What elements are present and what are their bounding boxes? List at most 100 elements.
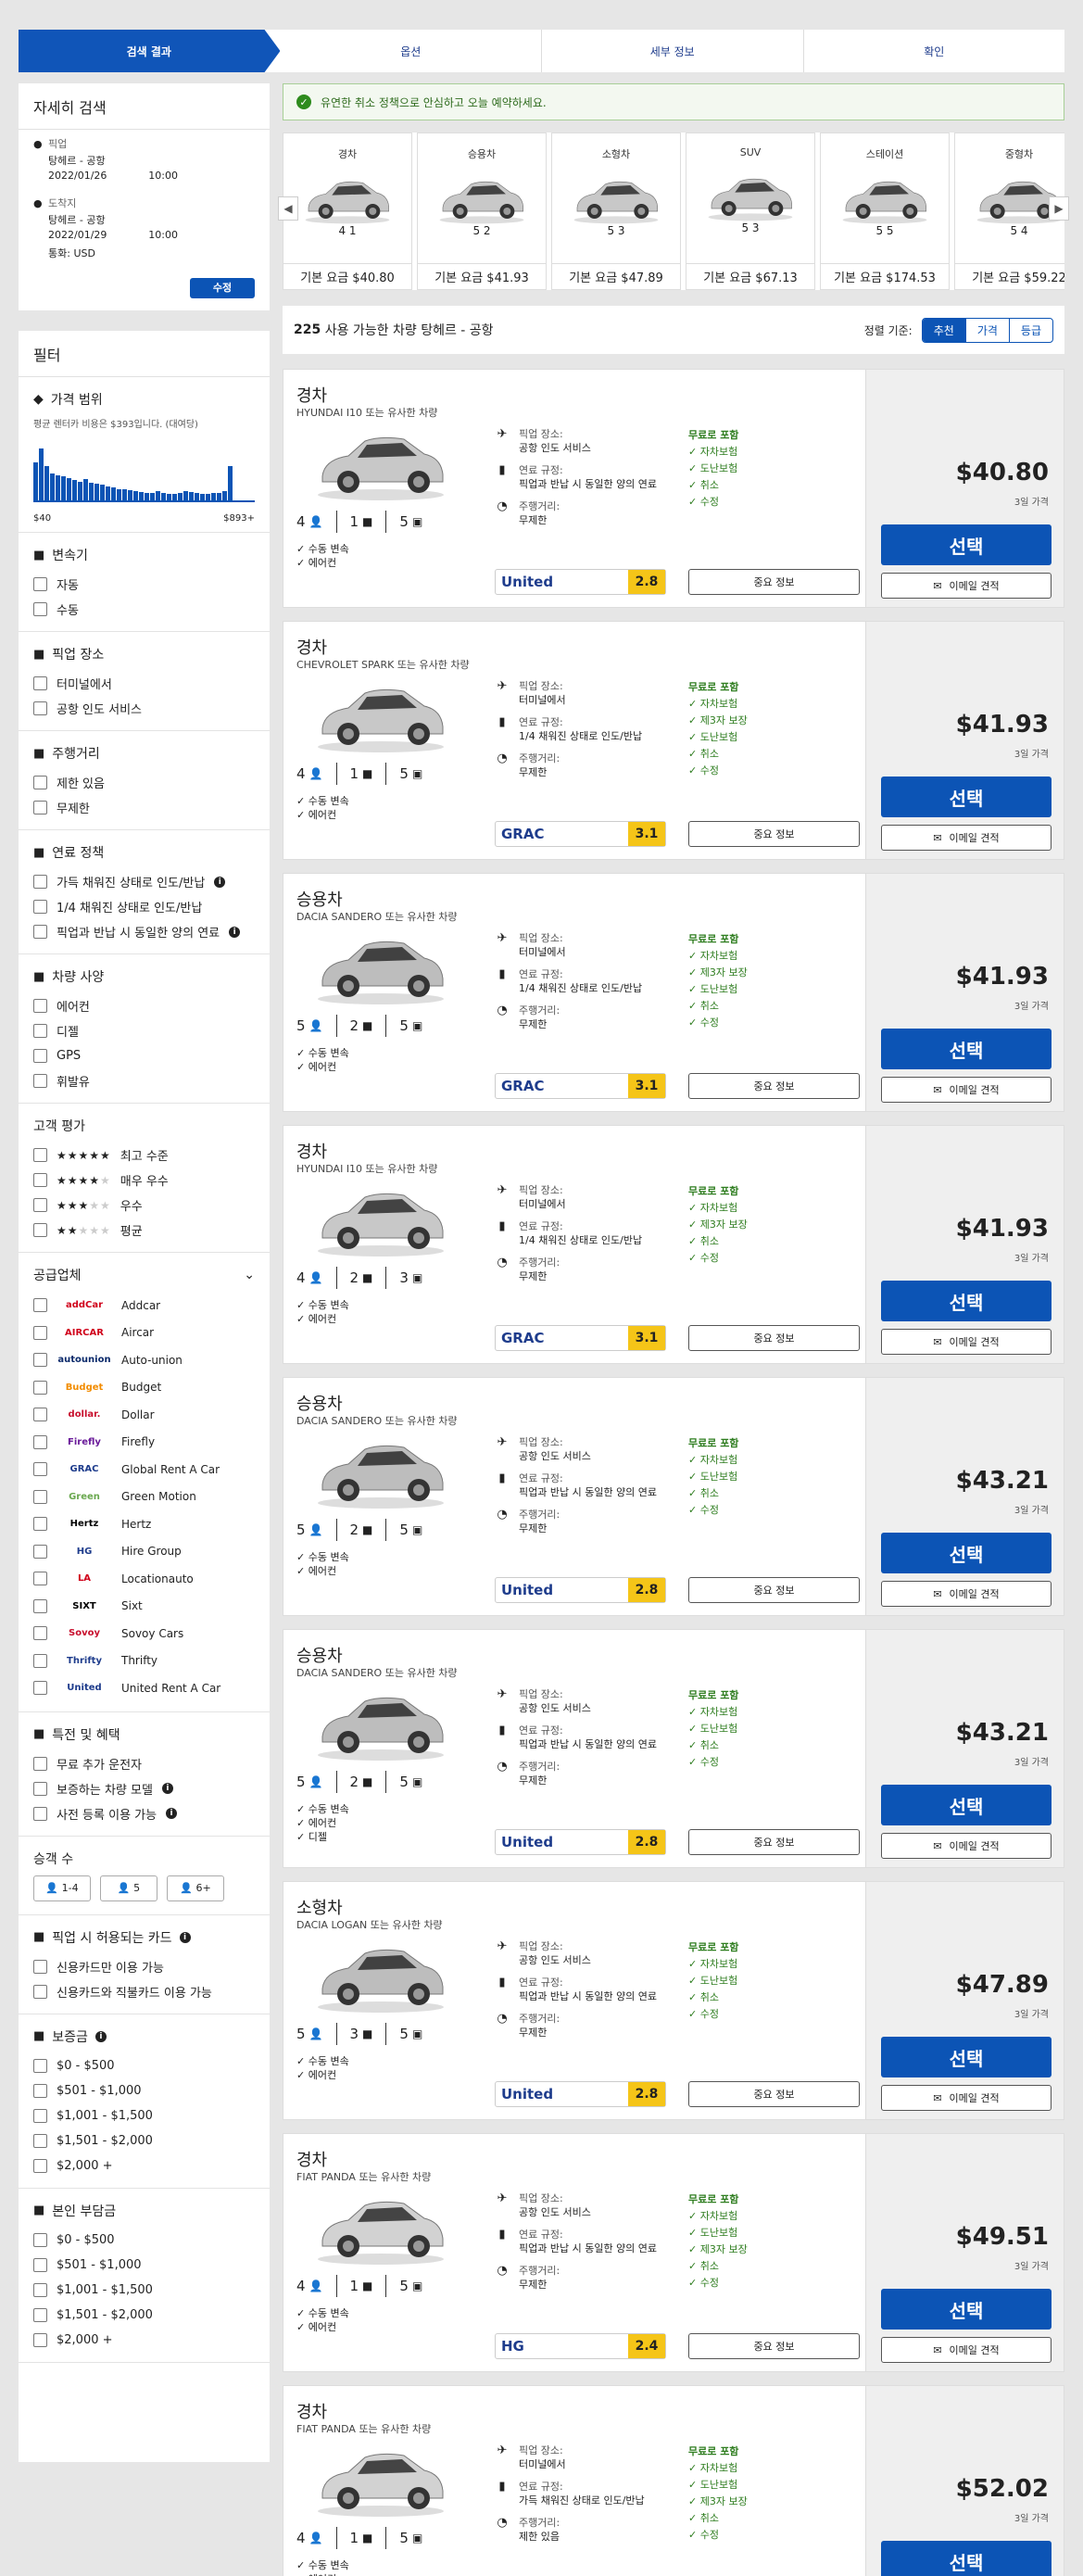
checkbox[interactable] xyxy=(33,1024,47,1038)
filter-option[interactable]: 픽업과 반납 시 동일한 양의 연료 i xyxy=(33,919,255,944)
info-icon[interactable]: i xyxy=(166,1808,178,1819)
carousel-next-button[interactable]: ▶ xyxy=(1049,196,1069,221)
checkbox[interactable] xyxy=(33,1572,47,1586)
filter-option[interactable]: $1,501 - $2,000 xyxy=(33,2128,255,2153)
checkbox[interactable] xyxy=(33,1681,47,1696)
checkbox[interactable] xyxy=(33,1198,47,1212)
checkbox[interactable] xyxy=(33,1462,47,1477)
select-button[interactable]: 선택 xyxy=(881,2037,1052,2077)
checkbox[interactable] xyxy=(33,1984,47,1999)
checkbox[interactable] xyxy=(33,2108,47,2123)
select-button[interactable]: 선택 xyxy=(881,777,1052,817)
checkbox[interactable] xyxy=(33,1148,47,1162)
rating-option[interactable]: ★★★★★ 최고 수준 xyxy=(33,1143,255,1168)
checkbox[interactable] xyxy=(33,1325,47,1340)
supplier-rating[interactable]: HG 2.4 xyxy=(495,2333,666,2359)
checkbox[interactable] xyxy=(33,1434,47,1449)
info-icon[interactable]: i xyxy=(161,1783,173,1794)
checkbox[interactable] xyxy=(33,1756,47,1771)
supplier-option[interactable]: SIXT Sixt xyxy=(33,1593,255,1621)
email-quote-button[interactable]: ✉ 이메일 견적 xyxy=(881,1833,1052,1859)
checkbox[interactable] xyxy=(33,2158,47,2173)
checkbox[interactable] xyxy=(33,2058,47,2073)
supplier-option[interactable]: Green Green Motion xyxy=(33,1484,255,1511)
filter-option[interactable]: 휘발유 xyxy=(33,1068,255,1093)
select-button[interactable]: 선택 xyxy=(881,1533,1052,1573)
info-icon[interactable]: i xyxy=(94,2030,107,2042)
supplier-rating[interactable]: United 2.8 xyxy=(495,1577,666,1603)
select-button[interactable]: 선택 xyxy=(881,1281,1052,1321)
filter-option[interactable]: $2,000 + xyxy=(33,2153,255,2178)
rating-option[interactable]: ★★★★★ 평균 xyxy=(33,1218,255,1243)
sort-recommended[interactable]: 추천 xyxy=(922,318,965,342)
price-histogram[interactable] xyxy=(33,437,255,502)
filter-option[interactable]: $1,501 - $2,000 xyxy=(33,2303,255,2328)
checkbox[interactable] xyxy=(33,701,47,715)
supplier-rating[interactable]: GRAC 3.1 xyxy=(495,1073,666,1099)
supplier-option[interactable]: GRAC Global Rent A Car xyxy=(33,1456,255,1484)
filter-option[interactable]: $1,001 - $1,500 xyxy=(33,2103,255,2128)
filter-option[interactable]: 터미널에서 xyxy=(33,671,255,696)
filter-option[interactable]: 무제한 xyxy=(33,795,255,820)
checkbox[interactable] xyxy=(33,1049,47,1063)
checkbox[interactable] xyxy=(33,2133,47,2148)
checkbox[interactable] xyxy=(33,2307,47,2322)
filter-option[interactable]: $1,001 - $1,500 xyxy=(33,2278,255,2303)
supplier-rating[interactable]: GRAC 3.1 xyxy=(495,821,666,847)
select-button[interactable]: 선택 xyxy=(881,2289,1052,2330)
email-quote-button[interactable]: ✉ 이메일 견적 xyxy=(881,825,1052,851)
checkbox[interactable] xyxy=(33,676,47,690)
checkbox[interactable] xyxy=(33,900,47,914)
checkbox[interactable] xyxy=(33,1653,47,1668)
important-info-button[interactable]: 중요 정보 xyxy=(688,1577,860,1603)
checkbox[interactable] xyxy=(33,776,47,789)
select-button[interactable]: 선택 xyxy=(881,2541,1052,2576)
select-button[interactable]: 선택 xyxy=(881,524,1052,565)
checkbox[interactable] xyxy=(33,602,47,616)
filter-option[interactable]: 사전 등록 이용 가능 i xyxy=(33,1801,255,1826)
supplier-option[interactable]: United United Rent A Car xyxy=(33,1674,255,1702)
checkbox[interactable] xyxy=(33,999,47,1013)
checkbox[interactable] xyxy=(33,1223,47,1237)
checkbox[interactable] xyxy=(33,1380,47,1395)
filter-option[interactable]: 수동 xyxy=(33,597,255,622)
info-icon[interactable]: i xyxy=(214,876,226,888)
email-quote-button[interactable]: ✉ 이메일 견적 xyxy=(881,2337,1052,2363)
passenger-count-button[interactable]: 👤 5 xyxy=(100,1875,157,1901)
category-tile[interactable]: SUV 5 3 기본 요금 $67.13 xyxy=(686,133,815,290)
checkbox[interactable] xyxy=(33,1781,47,1796)
supplier-option[interactable]: autounion Auto-union xyxy=(33,1346,255,1374)
email-quote-button[interactable]: ✉ 이메일 견적 xyxy=(881,1077,1052,1103)
checkbox[interactable] xyxy=(33,1173,47,1187)
checkbox[interactable] xyxy=(33,875,47,889)
email-quote-button[interactable]: ✉ 이메일 견적 xyxy=(881,2085,1052,2111)
filter-option[interactable]: 무료 추가 운전자 xyxy=(33,1751,255,1776)
checkbox[interactable] xyxy=(33,1544,47,1559)
important-info-button[interactable]: 중요 정보 xyxy=(688,2081,860,2107)
select-button[interactable]: 선택 xyxy=(881,1785,1052,1825)
email-quote-button[interactable]: ✉ 이메일 견적 xyxy=(881,1581,1052,1607)
select-button[interactable]: 선택 xyxy=(881,1029,1052,1069)
supplier-option[interactable]: Thrifty Thrifty xyxy=(33,1648,255,1675)
filter-option[interactable]: 에어컨 xyxy=(33,993,255,1018)
checkbox[interactable] xyxy=(33,1074,47,1088)
supplier-option[interactable]: Sovoy Sovoy Cars xyxy=(33,1620,255,1648)
filter-option[interactable]: 디젤 xyxy=(33,1018,255,1043)
rating-option[interactable]: ★★★★★ 매우 우수 xyxy=(33,1168,255,1193)
checkbox[interactable] xyxy=(33,1959,47,1974)
checkbox[interactable] xyxy=(33,2257,47,2272)
supplier-option[interactable]: Budget Budget xyxy=(33,1374,255,1402)
category-tile[interactable]: 스테이션 5 5 기본 요금 $174.53 xyxy=(820,133,950,290)
checkbox[interactable] xyxy=(33,2282,47,2297)
checkbox[interactable] xyxy=(33,1517,47,1532)
supplier-rating[interactable]: United 2.8 xyxy=(495,2081,666,2107)
checkbox[interactable] xyxy=(33,1626,47,1641)
filter-option[interactable]: $2,000 + xyxy=(33,2328,255,2353)
checkbox[interactable] xyxy=(33,2232,47,2247)
important-info-button[interactable]: 중요 정보 xyxy=(688,569,860,595)
checkbox[interactable] xyxy=(33,1353,47,1368)
rating-option[interactable]: ★★★★★ 우수 xyxy=(33,1193,255,1218)
supplier-option[interactable]: AIRCAR Aircar xyxy=(33,1320,255,1347)
filter-option[interactable]: 공항 인도 서비스 xyxy=(33,696,255,721)
sort-rating[interactable]: 등급 xyxy=(1008,318,1052,342)
